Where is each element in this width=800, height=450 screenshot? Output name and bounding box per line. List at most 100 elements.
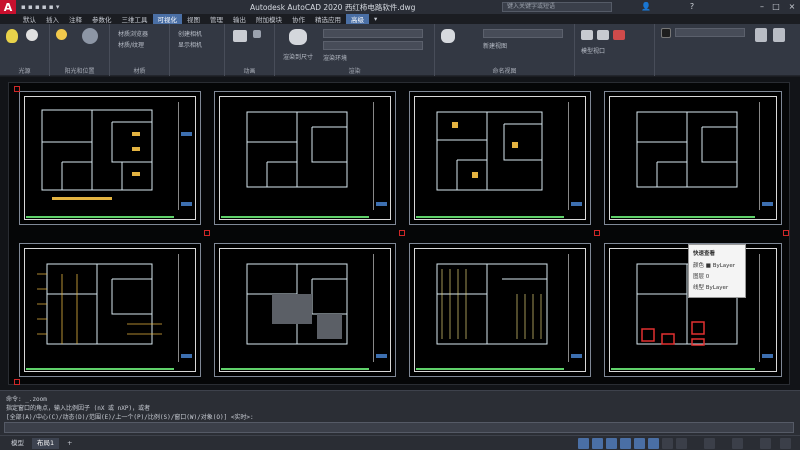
quick-properties-popup[interactable]: 快速查看 颜色 ■ ByLayer 图层 0 线型 ByLayer (688, 244, 746, 298)
grid-icon[interactable] (578, 438, 589, 449)
viewport-4[interactable] (604, 91, 782, 225)
scale-bar (611, 368, 755, 370)
customize-menu-icon[interactable] (780, 438, 791, 449)
status-bar: 模型 布局1 + (0, 435, 800, 450)
properties-icon[interactable] (755, 28, 767, 42)
crop-mark (783, 230, 789, 236)
transparency-icon[interactable] (676, 438, 687, 449)
materials-browser-button[interactable]: 材质浏览器 (118, 29, 148, 38)
workspace-gear-icon[interactable] (732, 438, 743, 449)
viewport-7[interactable] (409, 243, 591, 377)
viewport-5[interactable] (19, 243, 201, 377)
render-environment-button[interactable]: 渲染环境 (323, 53, 347, 62)
create-camera-button[interactable]: 创建相机 (178, 29, 202, 38)
render-preset-select[interactable] (323, 29, 423, 38)
scale-bar (221, 216, 369, 218)
polar-icon[interactable] (620, 438, 631, 449)
viewport-icon-2[interactable] (597, 30, 609, 40)
lightbulb-icon[interactable] (6, 29, 18, 43)
teapot-icon[interactable] (289, 29, 307, 45)
panel-extra (655, 24, 800, 76)
tab-visualize[interactable]: 可视化 (152, 14, 182, 24)
play-icon[interactable] (253, 30, 261, 38)
tab-annotate[interactable]: 注释 (64, 14, 87, 24)
tab-addins[interactable]: 附加模块 (251, 14, 287, 24)
render-to-size-button[interactable]: 渲染到尺寸 (283, 52, 313, 61)
close-button[interactable]: × (786, 1, 798, 12)
paper-space[interactable] (8, 82, 790, 385)
panel-label-animation: 动画 (243, 68, 256, 75)
materials-texture-button[interactable]: 材质/纹理 (118, 40, 144, 49)
layer-select[interactable] (675, 28, 745, 37)
tab-model[interactable]: 模型 (6, 438, 29, 449)
user-icon[interactable]: 👤 (640, 1, 652, 12)
tab-default[interactable]: 默认 (18, 14, 41, 24)
ortho-icon[interactable] (606, 438, 617, 449)
tab-featured-apps[interactable]: 精选应用 (310, 14, 346, 24)
title-block (759, 254, 775, 362)
command-input[interactable] (4, 422, 794, 433)
named-view-select[interactable] (483, 29, 563, 38)
new-view-button[interactable]: 新建视图 (483, 41, 507, 50)
search-input[interactable]: 键入关键字或短语 (502, 2, 612, 12)
tab-view[interactable]: 视图 (182, 14, 205, 24)
tab-collaborate[interactable]: 协作 (287, 14, 310, 24)
render-quality-select[interactable] (323, 41, 423, 50)
popup-row-color[interactable]: 颜色 ■ ByLayer (693, 261, 735, 269)
light-icon[interactable] (26, 29, 38, 41)
panel-label-named-views: 命名视图 (492, 68, 517, 75)
tool-icon[interactable] (773, 28, 785, 42)
tab-insert[interactable]: 插入 (41, 14, 64, 24)
popup-row-layer[interactable]: 图层 0 (693, 272, 709, 280)
add-layout-button[interactable]: + (62, 438, 77, 449)
panel-label-render: 渲染 (348, 68, 361, 75)
title-block (373, 102, 389, 210)
osnap-icon[interactable] (634, 438, 645, 449)
tab-advanced[interactable]: 高级 (346, 14, 369, 24)
drawing-canvas[interactable] (0, 77, 800, 390)
tab-parametric[interactable]: 参数化 (87, 14, 117, 24)
ribbon-tabs: 默认 插入 注释 参数化 三维工具 可视化 视图 管理 输出 附加模块 协作 精… (18, 14, 382, 24)
tab-manage[interactable]: 管理 (205, 14, 228, 24)
crop-mark (14, 379, 20, 385)
title-block (178, 102, 194, 210)
snap-icon[interactable] (592, 438, 603, 449)
viewport-6[interactable] (214, 243, 396, 377)
sun-icon[interactable] (56, 29, 67, 40)
lineweight-icon[interactable] (662, 438, 673, 449)
title-block (568, 102, 584, 210)
popup-title: 快速查看 (693, 251, 716, 257)
app-logo-button[interactable]: A (0, 0, 16, 14)
minimize-button[interactable]: – (756, 1, 768, 12)
viewport-1[interactable] (19, 91, 201, 225)
tab-layout1[interactable]: 布局1 (32, 438, 60, 449)
popup-row-linetype[interactable]: 线型 ByLayer (693, 283, 728, 291)
crop-mark (14, 86, 20, 92)
help-icon[interactable]: ? (686, 1, 698, 12)
maximize-button[interactable]: □ (770, 1, 782, 12)
red-tool-icon[interactable] (613, 30, 625, 40)
view-icon[interactable] (441, 29, 455, 43)
fullscreen-icon[interactable] (760, 438, 771, 449)
command-line: 命令: _.zoom 指定窗口的角点，输入比例因子 (nX 或 nXP)，或者 … (0, 390, 800, 435)
viewport-3[interactable] (409, 91, 591, 225)
viewport-2[interactable] (214, 91, 396, 225)
floor-plan-drawing (246, 263, 348, 345)
scale-bar (416, 216, 564, 218)
panel-label-sun: 阳光和位置 (64, 68, 95, 75)
window-title: Autodesk AutoCAD 2020 西红柿电路软件.dwg (250, 3, 416, 12)
scale-bar (26, 368, 174, 370)
animation-icon[interactable] (233, 30, 247, 42)
otrack-icon[interactable] (648, 438, 659, 449)
floor-plan-drawing (41, 109, 153, 200)
tab-3d-tools[interactable]: 三维工具 (117, 14, 153, 24)
quick-access-toolbar[interactable]: ▪ ▪ ▪ ▪ ▪ ▾ (16, 3, 64, 11)
annotation-scale-icon[interactable] (704, 438, 715, 449)
globe-icon[interactable] (82, 28, 98, 44)
model-viewports-button[interactable]: 模型视口 (581, 46, 605, 55)
show-camera-button[interactable]: 显示相机 (178, 40, 202, 49)
color-icon[interactable] (661, 28, 671, 38)
viewport-icon[interactable] (581, 30, 593, 40)
tab-output[interactable]: 输出 (228, 14, 251, 24)
ribbon-toggle[interactable]: ▾ (369, 15, 382, 23)
